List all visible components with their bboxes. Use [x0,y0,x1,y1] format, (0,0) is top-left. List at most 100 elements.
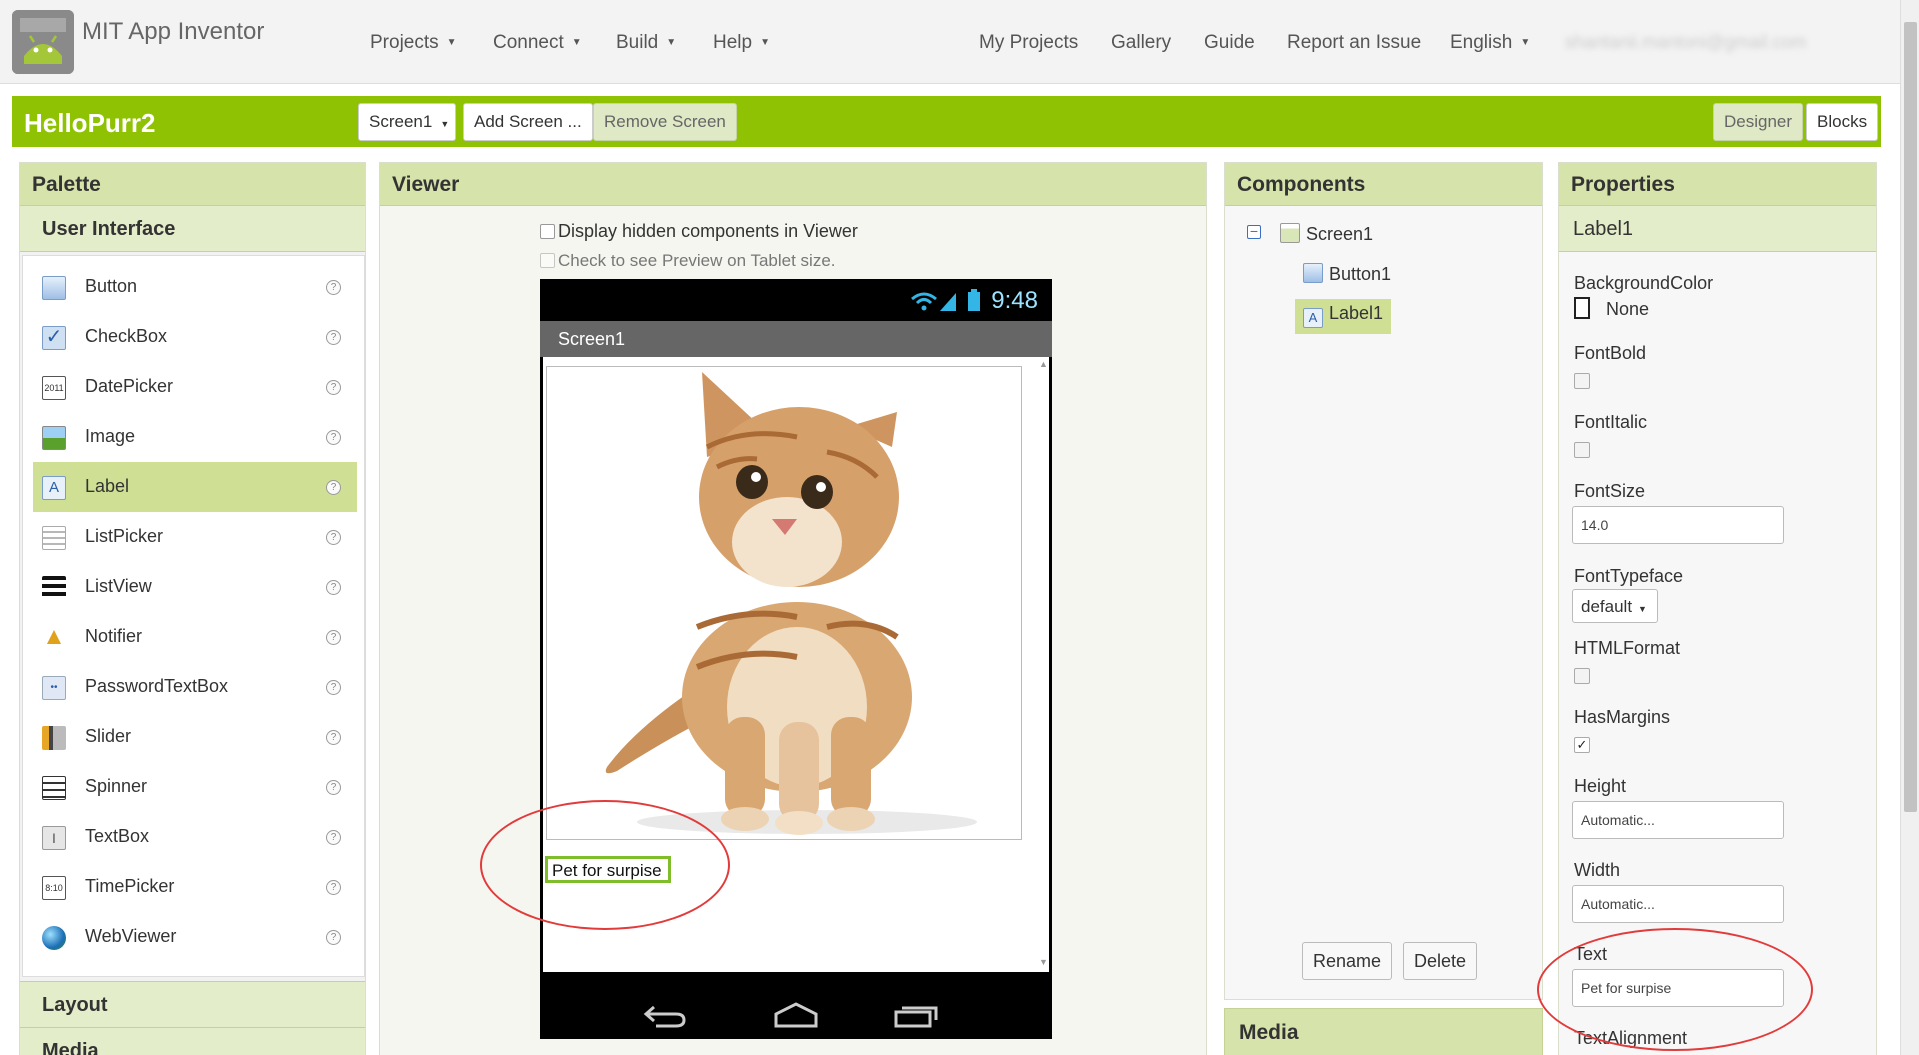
palette-item-image[interactable]: Image ? [33,412,357,462]
help-icon[interactable]: ? [326,730,341,745]
tree-item-label1[interactable]: A Label1 [1295,299,1392,334]
palette-item-passwordtextbox[interactable]: •• PasswordTextBox ? [33,662,357,712]
palette-item-webviewer[interactable]: WebViewer ? [33,912,357,962]
caret-down-icon: ▼ [571,37,582,49]
help-icon[interactable]: ? [326,580,341,595]
project-toolbar: HelloPurr2 Screen1 ▼ Add Screen ... Remov… [12,96,1881,147]
palette-item-label: Notifier [85,626,143,646]
help-icon[interactable]: ? [326,830,341,845]
help-icon[interactable]: ? [326,380,341,395]
tree-item-screen1[interactable]: Screen1 [1280,223,1373,245]
home-icon[interactable] [774,1002,818,1028]
add-screen-button[interactable]: Add Screen ... [463,103,593,141]
menu-build[interactable]: Build ▼ [616,32,676,54]
palette-item-label: Spinner [85,776,148,796]
help-icon[interactable]: ? [326,280,341,295]
hasmargins-label: HasMargins [1574,707,1671,727]
menu-projects[interactable]: Projects ▼ [370,32,457,54]
help-icon[interactable]: ? [326,480,341,495]
tablet-preview-checkbox[interactable] [540,253,555,268]
width-input[interactable]: Automatic... [1572,885,1784,923]
components-title: Components [1225,163,1542,206]
help-icon[interactable]: ? [326,880,341,895]
height-label: Height [1574,776,1627,796]
tree-item-button1[interactable]: Button1 [1303,263,1391,285]
screen-select[interactable]: Screen1 ▼ [358,103,456,141]
page-scrollbar[interactable] [1900,0,1919,1055]
caret-down-icon: ▼ [760,37,770,49]
delete-button[interactable]: Delete [1403,942,1478,980]
globe-icon [42,926,66,950]
fonttypeface-select[interactable]: default ▼ [1572,589,1658,623]
palette-item-checkbox[interactable]: ✓ CheckBox ? [33,312,357,362]
rename-button[interactable]: Rename [1302,942,1393,980]
scroll-up-icon[interactable]: ▲ [1039,359,1048,369]
phone-status-bar: 9:48 [540,279,1052,321]
properties-title: Properties [1559,163,1876,206]
help-icon[interactable]: ? [326,780,341,795]
palette-item-label: ListPicker [85,526,164,546]
palette-component-list: Button ? ✓ CheckBox ? 2011 DatePicker ? … [22,255,365,977]
spinner-icon [42,776,66,800]
remove-screen-button[interactable]: Remove Screen [593,103,737,141]
backgroundcolor-value[interactable]: None [1606,299,1649,320]
designer-button[interactable]: Designer [1713,103,1804,141]
width-label: Width [1574,860,1621,880]
account-menu[interactable]: shantanii.mantoni@gmail.com [1565,32,1855,52]
help-icon[interactable]: ? [326,680,341,695]
recents-icon[interactable] [894,1006,938,1028]
fonttypeface-value: default [1581,597,1633,616]
palette-item-timepicker[interactable]: 8:10 TimePicker ? [33,862,357,912]
link-gallery[interactable]: Gallery [1111,32,1171,54]
media-panel-header[interactable]: Media [1224,1008,1543,1055]
palette-section-layout[interactable]: Layout [20,981,365,1027]
palette-item-listpicker[interactable]: ListPicker ? [33,512,357,562]
app-inventor-logo[interactable] [12,10,74,74]
palette-section-media[interactable]: Media [20,1027,365,1055]
caret-down-icon: ▼ [446,37,457,49]
color-swatch[interactable] [1574,297,1590,319]
link-guide[interactable]: Guide [1204,32,1255,54]
kitten-image[interactable] [546,366,1022,840]
palette-section-user-interface[interactable]: User Interface [20,206,365,252]
viewer-scrollbar[interactable]: ▲ ▼ [1039,357,1049,972]
caret-down-icon: ▼ [1638,604,1647,614]
scroll-down-icon[interactable]: ▼ [1039,957,1048,967]
menu-projects-label: Projects [370,32,439,53]
palette-item-notifier[interactable]: ▲ Notifier ? [33,612,357,662]
scrollbar-thumb[interactable] [1904,22,1917,812]
palette-item-spinner[interactable]: Spinner ? [33,762,357,812]
palette-panel: Palette User Interface Button ? ✓ CheckB… [19,162,366,1055]
palette-item-listview[interactable]: ListView ? [33,562,357,612]
menu-help[interactable]: Help ▼ [713,32,770,54]
fontitalic-checkbox[interactable] [1574,442,1590,458]
fontsize-input[interactable]: 14.0 [1572,506,1784,544]
htmlformat-checkbox[interactable] [1574,668,1590,684]
palette-item-label: PasswordTextBox [85,676,229,696]
help-icon[interactable]: ? [326,630,341,645]
height-input[interactable]: Automatic... [1572,801,1784,839]
palette-item-label[interactable]: A Label ? [33,462,357,512]
link-report-issue[interactable]: Report an Issue [1287,32,1421,54]
caret-down-icon: ▼ [1520,37,1531,49]
viewer-title: Viewer [380,163,1206,206]
back-icon[interactable] [643,1005,686,1028]
hidden-components-checkbox[interactable] [540,224,555,239]
link-my-projects[interactable]: My Projects [979,32,1078,54]
help-icon[interactable]: ? [326,330,341,345]
help-icon[interactable]: ? [326,530,341,545]
palette-item-button[interactable]: Button ? [33,262,357,312]
menu-connect[interactable]: Connect ▼ [493,32,582,54]
palette-item-datepicker[interactable]: 2011 DatePicker ? [33,362,357,412]
palette-item-textbox[interactable]: I TextBox ? [33,812,357,862]
language-menu[interactable]: English ▼ [1450,32,1530,54]
help-icon[interactable]: ? [326,430,341,445]
blocks-button[interactable]: Blocks [1806,103,1879,141]
palette-item-label: WebViewer [85,926,177,946]
hasmargins-checkbox[interactable]: ✓ [1574,737,1590,753]
caret-down-icon: ▼ [440,119,450,129]
palette-item-slider[interactable]: Slider ? [33,712,357,762]
help-icon[interactable]: ? [326,930,341,945]
fontbold-checkbox[interactable] [1574,373,1590,389]
collapse-icon[interactable]: − [1247,224,1261,239]
